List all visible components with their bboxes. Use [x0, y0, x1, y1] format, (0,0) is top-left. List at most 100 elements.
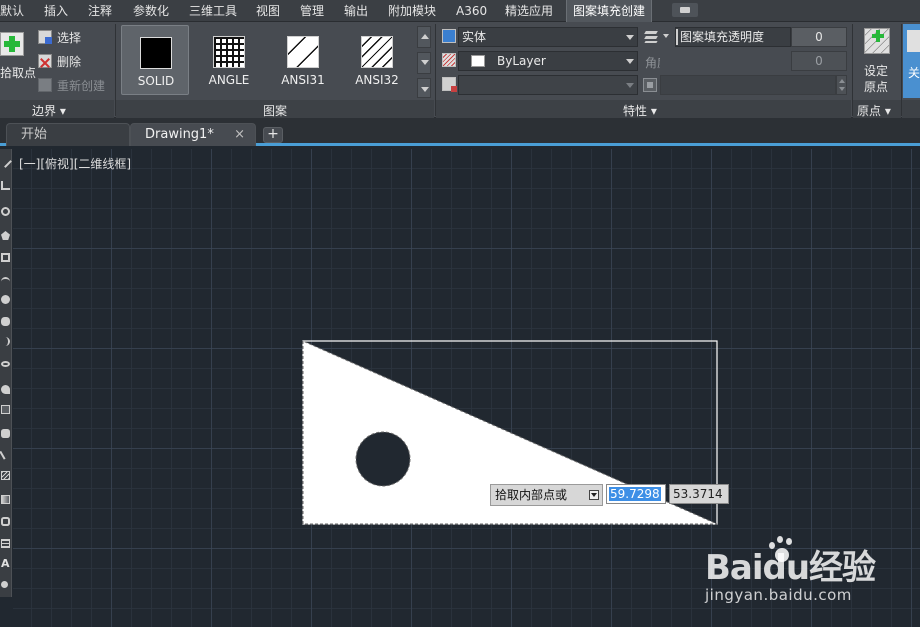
arc-tool-icon[interactable]	[1, 277, 10, 286]
chevron-down-icon	[626, 35, 634, 40]
expand-icon	[421, 87, 429, 92]
scale-spinner[interactable]	[836, 75, 847, 95]
circle-center-tool-icon[interactable]	[1, 295, 10, 304]
ribbon-tab-view[interactable]: 视图	[256, 0, 280, 22]
pattern-ansi32-label: ANSI32	[355, 73, 399, 87]
dynamic-input-y-field[interactable]: 53.3714	[669, 484, 729, 504]
revcloud-tool-icon[interactable]	[1, 317, 10, 326]
select-boundary-button[interactable]: 选择	[38, 27, 81, 47]
close-hatch-icon	[907, 30, 920, 52]
set-origin-button[interactable]: 设定 原点	[858, 26, 894, 98]
origin-panel-title[interactable]: 原点 ▾	[857, 102, 891, 119]
ribbon-tab-hatch-creation[interactable]: 图案填充创建	[566, 0, 653, 22]
angle-swatch-icon	[213, 36, 245, 68]
close-panel-title-bar	[902, 100, 920, 118]
pick-points-button[interactable]: 拾取点	[0, 26, 37, 86]
rectangle-tool-icon[interactable]	[1, 253, 10, 262]
pattern-scroll-down-button[interactable]	[417, 52, 431, 74]
text-tool-icon[interactable]: A	[1, 558, 10, 569]
watermark-url: jingyan.baidu.com	[705, 586, 852, 604]
ribbon-tab-default[interactable]: 默认	[0, 0, 24, 22]
region-tool-icon[interactable]	[1, 517, 10, 526]
spline-tool-icon[interactable]	[1, 337, 10, 346]
dynamic-input-x-field[interactable]: 59.7298	[606, 484, 666, 504]
file-tab-start[interactable]: 开始	[6, 123, 130, 146]
pattern-angle[interactable]: ANGLE	[195, 25, 263, 95]
transparency-value-field[interactable]: 0	[791, 27, 847, 47]
remove-label: 删除	[57, 54, 82, 69]
ansi31-swatch-icon	[287, 36, 319, 68]
options-dropdown-icon[interactable]	[589, 490, 599, 500]
ribbon-tab-annotate[interactable]: 注释	[88, 0, 112, 22]
file-tab-drawing1-label: Drawing1*	[145, 127, 214, 142]
properties-panel-title[interactable]: 特性 ▾	[623, 102, 657, 119]
ribbon-tab-output[interactable]: 输出	[344, 0, 368, 22]
polyline-tool-icon[interactable]	[1, 181, 10, 190]
pattern-scroll-up-button[interactable]	[417, 26, 431, 48]
hatch-type-dropdown[interactable]: 实体	[458, 27, 638, 47]
insert-block-tool-icon[interactable]	[1, 405, 10, 414]
select-icon	[38, 30, 52, 44]
angle-value-field[interactable]: 0	[791, 51, 847, 71]
dynamic-input-prompt: 拾取内部点或	[490, 484, 603, 506]
transparency-bar	[676, 29, 678, 45]
polygon-tool-icon[interactable]	[1, 231, 10, 240]
close-icon[interactable]: ×	[234, 124, 245, 146]
color-swatch	[471, 55, 485, 67]
circle-tool-icon[interactable]	[1, 207, 10, 216]
pattern-ansi31[interactable]: ANSI31	[269, 25, 337, 95]
hatch-type-icon	[442, 29, 456, 43]
pattern-expand-button[interactable]	[417, 78, 431, 98]
transparency-dropdown-arrow[interactable]	[663, 34, 669, 38]
line-tool-icon[interactable]	[0, 155, 12, 168]
scale-field[interactable]	[660, 75, 836, 95]
chevron-down-icon	[626, 59, 634, 64]
close-hatch-button[interactable]: 关	[903, 24, 920, 98]
ribbon-tab-addins[interactable]: 附加模块	[388, 0, 436, 22]
background-color-dropdown[interactable]	[458, 75, 638, 95]
ellipse-tool-icon[interactable]	[1, 361, 10, 367]
file-tab-drawing1[interactable]: Drawing1* ×	[130, 123, 256, 146]
ellipse-arc-tool-icon[interactable]	[1, 385, 10, 394]
close-hatch-label: 关	[908, 66, 920, 80]
hatch-tool-icon[interactable]	[1, 471, 10, 480]
hatch-color-dropdown[interactable]: ByLayer	[458, 51, 638, 71]
ribbon-panel-area: 拾取点 选择 删除 重新创建 边界 ▾ SOLID ANGLE ANSI31 A…	[0, 22, 920, 118]
ribbon-tab-insert[interactable]: 插入	[44, 0, 68, 22]
ansi32-swatch-icon	[361, 36, 393, 68]
gradient-tool-icon[interactable]	[1, 495, 10, 504]
pattern-solid-label: SOLID	[137, 74, 175, 88]
pattern-solid[interactable]: SOLID	[121, 25, 189, 95]
pattern-panel-title: 图案	[263, 104, 288, 118]
table-tool-icon[interactable]	[1, 539, 10, 548]
hatch-color-value: ByLayer	[497, 54, 546, 68]
recreate-label: 重新创建	[57, 78, 106, 93]
recreate-boundary-button[interactable]: 重新创建	[38, 75, 105, 95]
add-selected-tool-icon[interactable]	[1, 581, 8, 588]
make-block-tool-icon[interactable]	[1, 429, 10, 438]
scale-icon	[643, 78, 657, 92]
ribbon-minimize-icon[interactable]	[672, 3, 698, 17]
pattern-ansi31-label: ANSI31	[281, 73, 325, 87]
pattern-ansi32[interactable]: ANSI32	[343, 25, 411, 95]
chevron-down-icon	[421, 60, 429, 65]
hatch-color-icon	[442, 53, 456, 67]
pick-points-label: 拾取点	[0, 66, 37, 80]
angle-slider[interactable]	[660, 51, 791, 71]
boundary-panel-title[interactable]: 边界 ▾	[32, 102, 66, 119]
ribbon-tab-featured-apps[interactable]: 精选应用	[505, 0, 553, 22]
chevron-down-icon	[626, 83, 634, 88]
remove-icon	[38, 54, 52, 68]
hole-circle[interactable]	[355, 431, 411, 487]
chevron-up-icon	[421, 34, 429, 39]
dynamic-input-prompt-text: 拾取内部点或	[495, 488, 568, 502]
new-tab-button[interactable]: +	[263, 127, 283, 143]
ribbon-tab-3d-tools[interactable]: 三维工具	[189, 0, 237, 22]
remove-boundary-button[interactable]: 删除	[38, 51, 81, 71]
ribbon-tab-parametric[interactable]: 参数化	[133, 0, 169, 22]
ribbon-tab-a360[interactable]: A360	[456, 0, 487, 22]
point-tool-icon[interactable]	[0, 447, 12, 460]
baidu-watermark: Baidu经验 jingyan.baidu.com	[705, 536, 885, 610]
file-tab-start-label: 开始	[21, 127, 48, 142]
ribbon-tab-manage[interactable]: 管理	[300, 0, 324, 22]
